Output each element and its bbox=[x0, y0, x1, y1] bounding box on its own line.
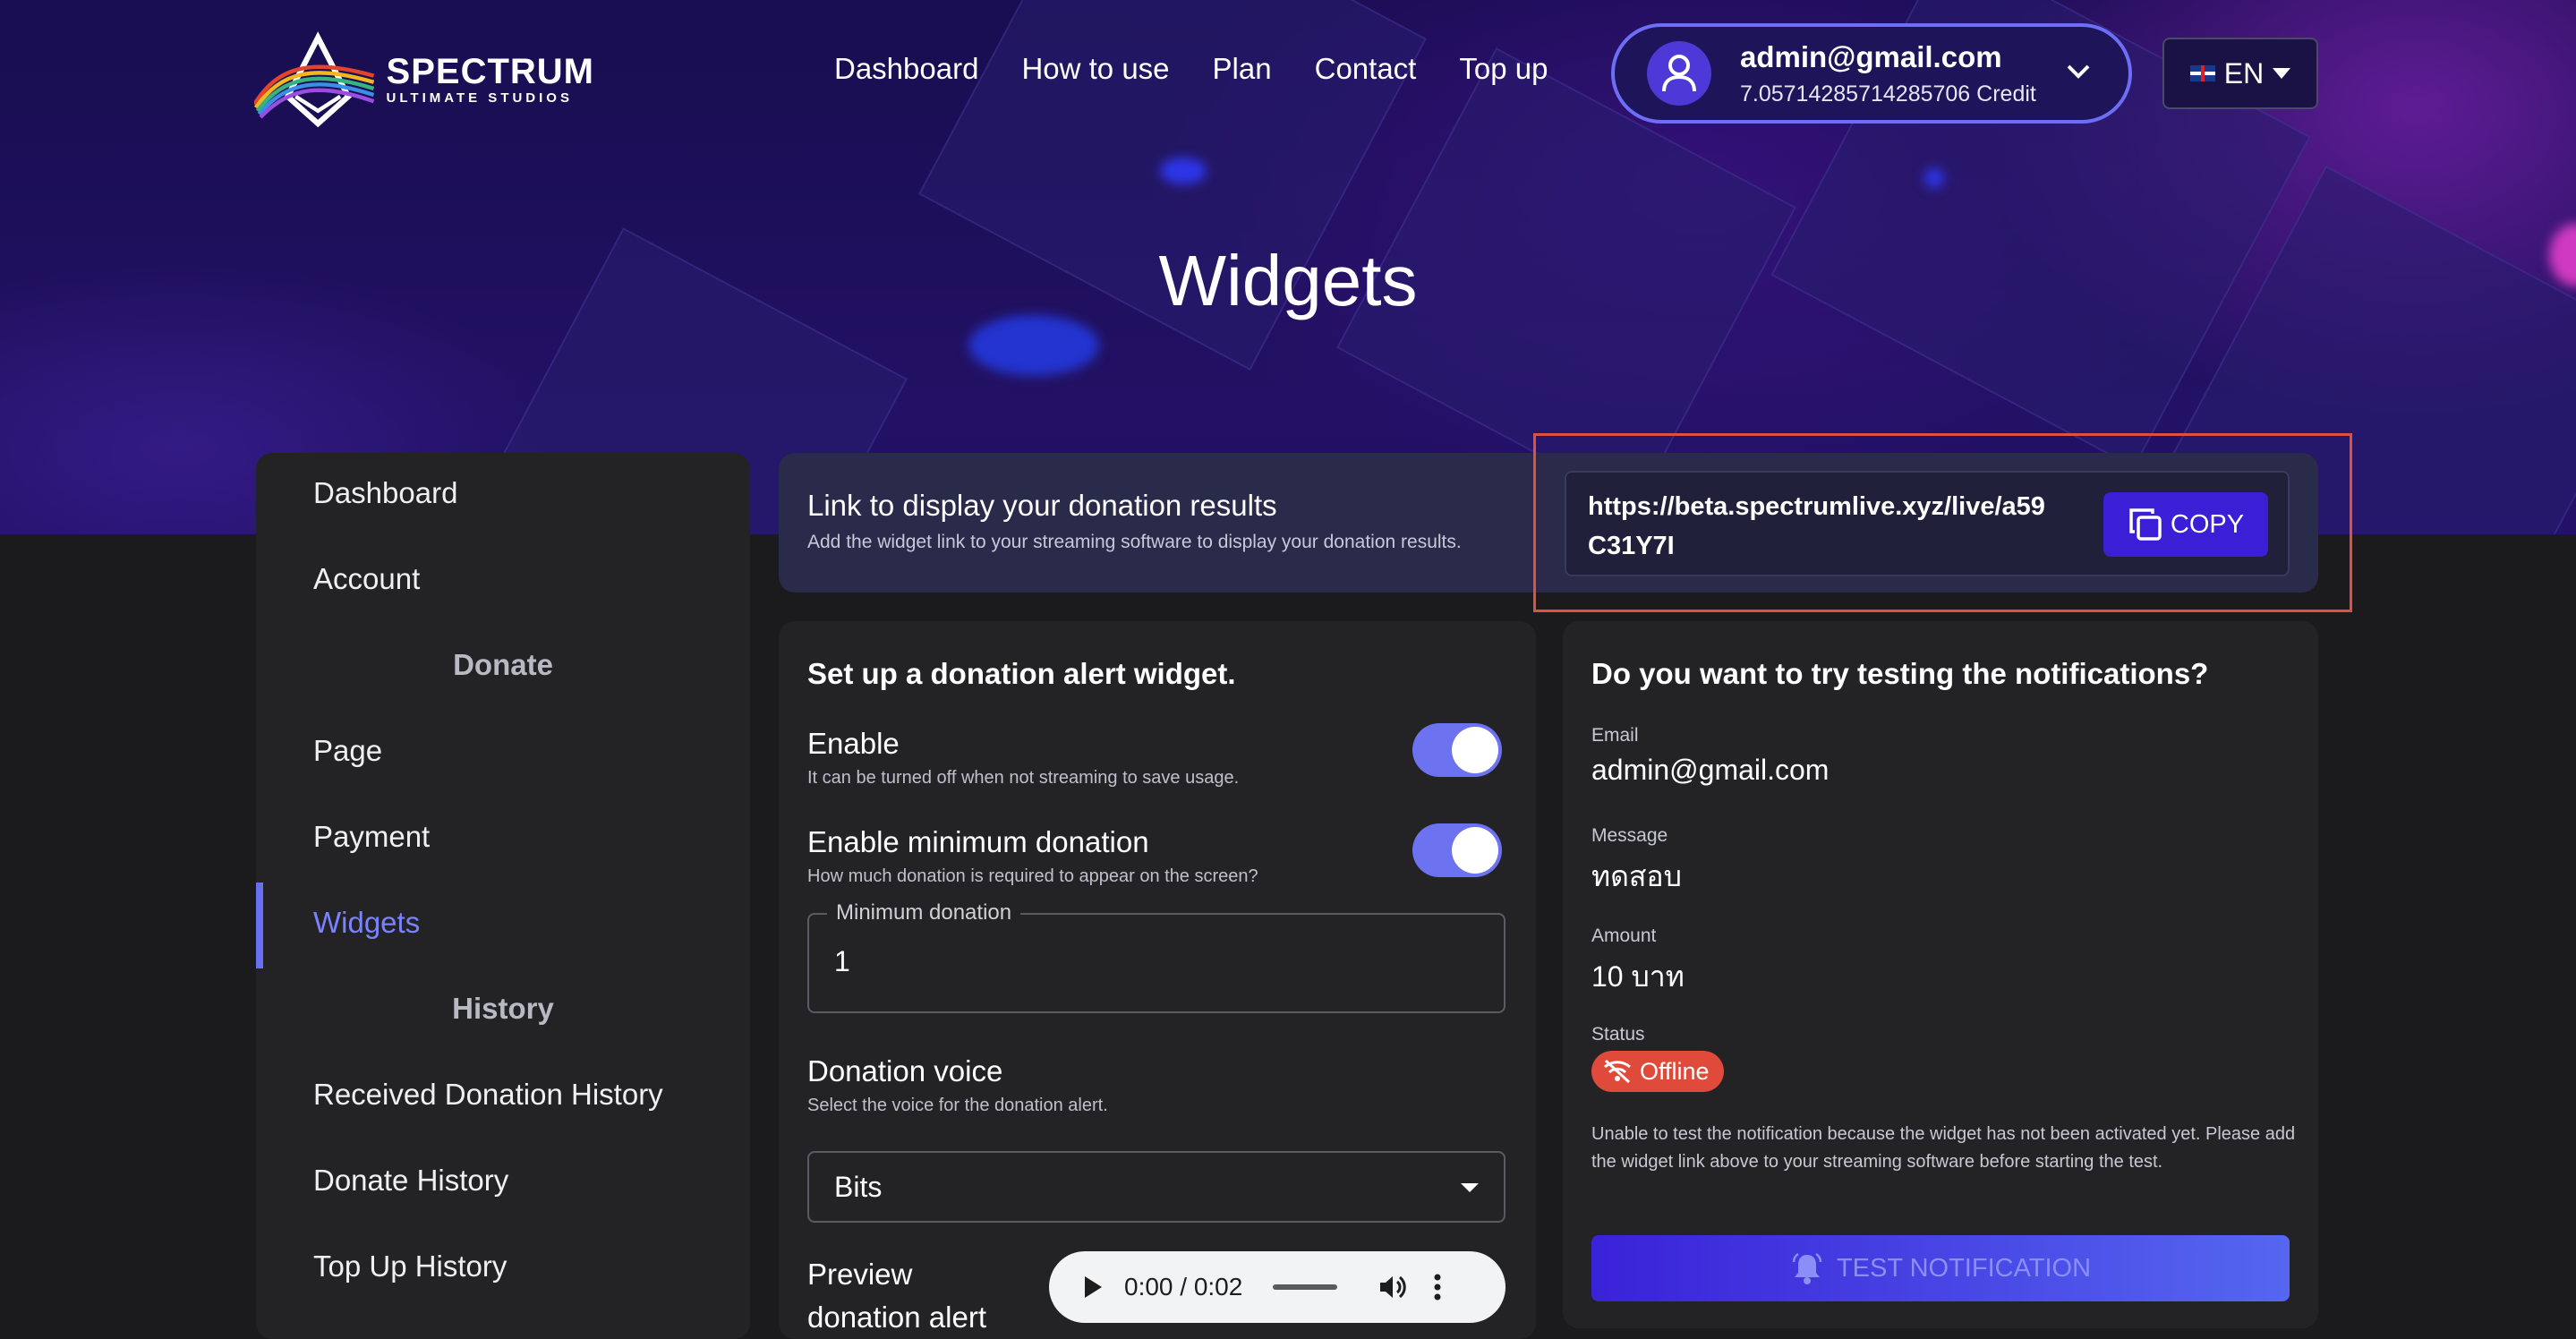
sidebar-item-page[interactable]: Page bbox=[313, 734, 382, 768]
sidebar-item-top-up-history[interactable]: Top Up History bbox=[313, 1249, 507, 1284]
volume-icon[interactable] bbox=[1378, 1274, 1407, 1301]
sidebar-section-history: History bbox=[452, 992, 554, 1025]
test-card-title: Do you want to try testing the notificat… bbox=[1591, 657, 2209, 690]
background-glow bbox=[968, 315, 1099, 376]
nav-plan[interactable]: Plan bbox=[1213, 52, 1272, 86]
donation-voice-label: Donation voice bbox=[807, 1054, 1003, 1087]
sidebar-item-donate-history[interactable]: Donate History bbox=[313, 1164, 508, 1198]
brand-wordmark: SPECTRUM ULTIMATE STUDIOS bbox=[387, 54, 594, 107]
donation-voice-value: Bits bbox=[834, 1171, 883, 1203]
sidebar-section-donate: Donate bbox=[453, 648, 553, 681]
link-card-subtitle: Add the widget link to your streaming so… bbox=[807, 532, 1462, 552]
test-note: Unable to test the notification because … bbox=[1591, 1124, 2296, 1172]
account-info: admin@gmail.com 7.05714285714285706 Cred… bbox=[1740, 40, 2036, 107]
sidebar-active-indicator bbox=[256, 883, 263, 968]
min-donation-value[interactable]: 1 bbox=[834, 945, 850, 978]
chevron-down-icon[interactable] bbox=[2066, 63, 2091, 81]
background-glow bbox=[1160, 158, 1207, 184]
enable-toggle[interactable] bbox=[1412, 723, 1502, 777]
nav-top-up[interactable]: Top up bbox=[1459, 52, 1548, 86]
background-glow bbox=[1924, 168, 1944, 188]
caret-down-icon bbox=[1461, 1183, 1479, 1192]
account-credit: 7.05714285714285706 Credit bbox=[1740, 81, 2036, 107]
wifi-off-icon bbox=[1604, 1059, 1631, 1084]
min-donation-description: How much donation is required to appear … bbox=[807, 866, 1258, 886]
account-menu[interactable]: admin@gmail.com 7.05714285714285706 Cred… bbox=[1611, 23, 2132, 124]
nav-dashboard[interactable]: Dashboard bbox=[834, 52, 978, 86]
more-options-icon[interactable] bbox=[1434, 1274, 1441, 1301]
status-label: Status bbox=[1591, 1024, 1645, 1045]
page-title: Widgets bbox=[1158, 241, 1418, 320]
status-badge: Offline bbox=[1591, 1051, 1724, 1092]
test-button-label: TEST NOTIFICATION bbox=[1836, 1253, 2092, 1283]
bell-ring-icon bbox=[1792, 1252, 1822, 1284]
status-text: Offline bbox=[1640, 1057, 1710, 1085]
sidebar: Dashboard Account Donate Page Payment Wi… bbox=[256, 453, 750, 1339]
sidebar-item-payment[interactable]: Payment bbox=[313, 820, 430, 854]
donation-voice-select[interactable]: Bits bbox=[807, 1151, 1506, 1223]
language-selector[interactable]: EN bbox=[2162, 38, 2318, 109]
spectrum-logo-icon bbox=[254, 31, 374, 128]
nav-contact[interactable]: Contact bbox=[1315, 52, 1417, 86]
min-donation-toggle[interactable] bbox=[1412, 823, 1502, 877]
account-email: admin@gmail.com bbox=[1740, 39, 2002, 73]
play-icon[interactable] bbox=[1083, 1275, 1103, 1299]
language-code: EN bbox=[2223, 56, 2265, 90]
sidebar-item-dashboard[interactable]: Dashboard bbox=[313, 476, 457, 510]
highlight-box bbox=[1533, 433, 2352, 612]
uk-flag-icon bbox=[2189, 65, 2215, 81]
message-label: Message bbox=[1591, 825, 1668, 846]
brand-tagline: ULTIMATE STUDIOS bbox=[386, 90, 573, 106]
enable-description: It can be turned off when not streaming … bbox=[807, 768, 1240, 788]
audio-time: 0:00 / 0:02 bbox=[1124, 1273, 1243, 1301]
sidebar-item-account[interactable]: Account bbox=[313, 562, 420, 596]
avatar bbox=[1647, 41, 1711, 106]
test-notification-button[interactable]: TEST NOTIFICATION bbox=[1591, 1235, 2290, 1301]
message-value: ทดสอบ bbox=[1591, 860, 1682, 892]
min-donation-field[interactable]: Minimum donation 1 bbox=[807, 900, 1506, 1013]
user-icon bbox=[1662, 55, 1696, 92]
sidebar-item-received-donation-history[interactable]: Received Donation History bbox=[313, 1078, 663, 1112]
donation-voice-description: Select the voice for the donation alert. bbox=[807, 1096, 1108, 1115]
alert-widget-card: Set up a donation alert widget. Enable I… bbox=[779, 621, 1536, 1339]
amount-value: 10 บาท bbox=[1591, 960, 1685, 993]
audio-progress[interactable] bbox=[1273, 1284, 1338, 1290]
brand-logo[interactable]: SPECTRUM ULTIMATE STUDIOS bbox=[254, 27, 594, 134]
caret-down-icon bbox=[2273, 68, 2291, 79]
preview-label: Preview donation alert bbox=[807, 1258, 986, 1334]
enable-label: Enable bbox=[807, 727, 900, 760]
link-card-title: Link to display your donation results bbox=[807, 489, 1277, 522]
min-donation-label: Enable minimum donation bbox=[807, 825, 1149, 858]
brand-name: SPECTRUM bbox=[386, 52, 594, 91]
email-label: Email bbox=[1591, 725, 1639, 746]
nav-how-to-use[interactable]: How to use bbox=[1021, 52, 1169, 86]
toggle-knob bbox=[1452, 827, 1498, 874]
alert-widget-title: Set up a donation alert widget. bbox=[807, 657, 1236, 690]
top-nav: Dashboard How to use Plan Contact Top up bbox=[834, 52, 1548, 86]
test-notification-card: Do you want to try testing the notificat… bbox=[1563, 621, 2318, 1328]
amount-label: Amount bbox=[1591, 925, 1657, 946]
sidebar-item-widgets[interactable]: Widgets bbox=[313, 906, 420, 940]
audio-player[interactable]: 0:00 / 0:02 bbox=[1049, 1251, 1506, 1323]
min-donation-field-label: Minimum donation bbox=[827, 900, 1021, 925]
email-value: admin@gmail.com bbox=[1591, 754, 1830, 786]
toggle-knob bbox=[1452, 727, 1498, 773]
